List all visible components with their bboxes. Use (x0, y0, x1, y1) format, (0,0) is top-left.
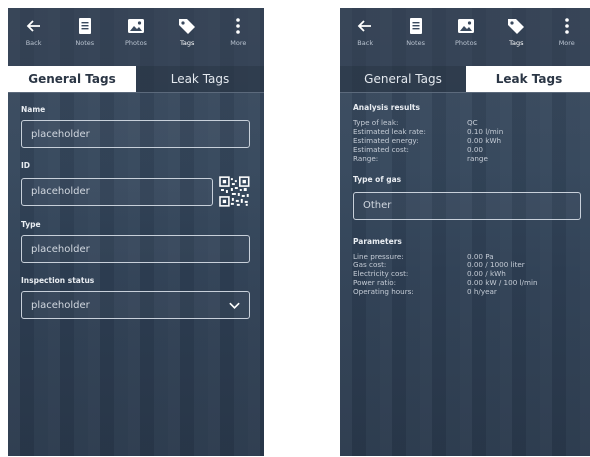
parameters-title: Parameters (353, 236, 402, 246)
tag-tabs: General Tags Leak Tags (8, 66, 264, 93)
back-label: Back (357, 39, 374, 47)
parameter-row: Line pressure: 0.00 Pa (353, 252, 579, 262)
tags-button[interactable]: Tags (492, 16, 540, 47)
leak-tags-screen: Back Notes Photos Tags More General Tags… (340, 8, 590, 456)
analysis-key: Range: (353, 153, 379, 163)
notes-icon (78, 18, 91, 34)
notes-button[interactable]: Notes (392, 16, 440, 47)
analysis-row: Estimated cost: 0.00 (353, 145, 579, 155)
tags-button[interactable]: Tags (163, 16, 211, 47)
more-button[interactable]: More (214, 16, 262, 47)
id-field[interactable]: placeholder (21, 177, 214, 206)
notes-label: Notes (406, 39, 425, 47)
type-of-gas-title: Type of gas (353, 174, 402, 184)
id-label: ID (21, 161, 31, 170)
type-of-gas-field[interactable]: Other (353, 191, 581, 220)
back-button[interactable]: Back (10, 16, 58, 47)
analysis-row: Range: range (353, 153, 579, 164)
parameter-value: 0 h/year (467, 287, 497, 297)
parameter-row: Operating hours: 0 h/year (353, 287, 579, 297)
more-vertical-icon (236, 18, 241, 34)
photo-icon (127, 19, 144, 33)
inspection-status-select[interactable]: placeholder (21, 291, 250, 319)
back-button[interactable]: Back (341, 16, 389, 47)
inspection-status-value: placeholder (31, 299, 90, 311)
arrow-left-icon (357, 20, 372, 32)
arrow-left-icon (26, 20, 40, 32)
name-field[interactable]: placeholder (21, 120, 250, 148)
chevron-down-icon (229, 302, 240, 309)
notes-button[interactable]: Notes (61, 16, 109, 47)
general-form: Name placeholder ID placeholder Type pla… (8, 93, 264, 319)
name-label: Name (21, 105, 46, 114)
tags-label: Tags (509, 39, 524, 47)
photos-label: Photos (455, 39, 477, 47)
more-button[interactable]: More (543, 16, 590, 47)
photos-label: Photos (125, 39, 147, 47)
analysis-results-title: Analysis results (353, 103, 420, 112)
tab-general-tags[interactable]: General Tags (8, 66, 136, 92)
back-label: Back (25, 39, 42, 47)
type-label: Type (21, 220, 41, 229)
photos-button[interactable]: Photos (442, 16, 490, 47)
more-vertical-icon (564, 18, 569, 34)
top-toolbar: Back Notes Photos Tags More (340, 8, 590, 66)
general-tags-screen: Back Notes Photos Tags More General Tags… (8, 8, 264, 456)
qr-code-icon[interactable] (219, 176, 250, 207)
more-label: More (230, 39, 247, 47)
inspection-status-label: Inspection status (21, 276, 95, 285)
notes-label: Notes (75, 39, 95, 47)
tab-general-tags[interactable]: General Tags (340, 66, 466, 92)
tab-leak-tags[interactable]: Leak Tags (136, 66, 264, 92)
parameter-key: Operating hours: (353, 287, 414, 297)
photo-icon (457, 19, 474, 33)
top-toolbar: Back Notes Photos Tags More (8, 8, 264, 66)
tag-tabs: General Tags Leak Tags (340, 66, 590, 93)
tag-icon (179, 19, 196, 34)
analysis-value: range (467, 153, 488, 163)
tags-label: Tags (179, 39, 195, 47)
analysis-value: 0.00 kWh (467, 135, 502, 145)
tab-leak-tags[interactable]: Leak Tags (466, 66, 590, 92)
notes-icon (409, 18, 422, 34)
photos-button[interactable]: Photos (112, 16, 160, 47)
leak-details: Analysis results Type of leak: QC Estimat… (340, 93, 590, 297)
tag-icon (508, 19, 525, 34)
type-field[interactable]: placeholder (21, 235, 250, 263)
more-label: More (558, 39, 575, 47)
